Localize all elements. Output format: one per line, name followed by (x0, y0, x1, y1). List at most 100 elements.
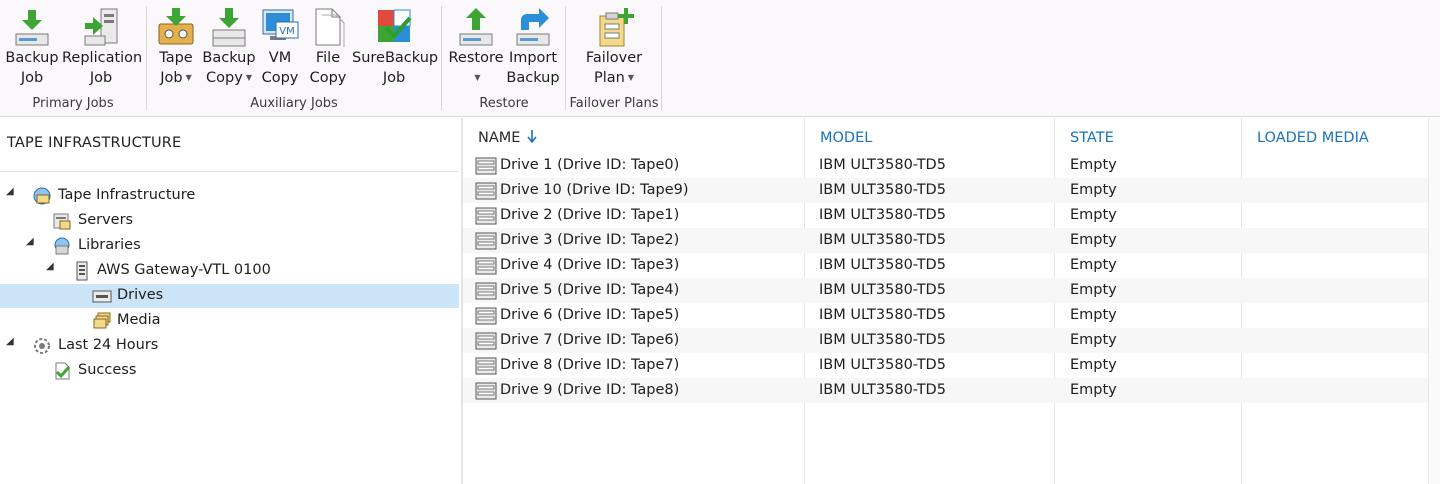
table-row[interactable]: Drive 9 (Drive ID: Tape8) IBM ULT3580-TD5… (463, 378, 1428, 403)
tape-drive-icon (475, 232, 497, 250)
failover-plan-icon (599, 8, 634, 47)
table-row[interactable]: Drive 2 (Drive ID: Tape1) IBM ULT3580-TD5… (463, 203, 1428, 228)
restore-button[interactable]: Restore ▼ (447, 6, 505, 92)
cell-name: Drive 7 (Drive ID: Tape6) (500, 332, 680, 348)
cell-state: Empty (1070, 307, 1117, 323)
tape-drive-icon (475, 282, 497, 300)
cell-model: IBM ULT3580-TD5 (819, 207, 946, 223)
cell-state: Empty (1070, 332, 1117, 348)
tree-node-label: Drives (117, 287, 164, 303)
ribbon-separator (146, 6, 147, 110)
tree-node-aws-gateway-vtl[interactable]: ◢ AWS Gateway-VTL 0100 (0, 259, 459, 283)
chevron-down-icon: ▼ (245, 73, 252, 82)
tree-node-media[interactable]: Media (0, 309, 459, 333)
ribbon-group-restore: Restore ▼ Import Backup Restore (443, 0, 565, 117)
ribbon-separator (565, 6, 566, 110)
backup-job-icon (15, 10, 49, 46)
column-header-model[interactable]: MODEL (820, 130, 872, 146)
failover-plan-button[interactable]: Failover Plan ▼ (581, 6, 647, 92)
column-header-name[interactable]: NAME (478, 130, 537, 146)
cell-model: IBM ULT3580-TD5 (819, 232, 946, 248)
table-row[interactable]: Drive 5 (Drive ID: Tape4) IBM ULT3580-TD5… (463, 278, 1428, 303)
collapse-arrow-icon[interactable]: ◢ (46, 261, 54, 272)
tape-job-label-1: Tape (159, 50, 193, 66)
tree-node-drives[interactable]: Drives (0, 284, 459, 308)
vm-copy-icon: VM (262, 9, 299, 40)
success-icon (55, 362, 71, 380)
cell-state: Empty (1070, 257, 1117, 273)
table-row[interactable]: Drive 8 (Drive ID: Tape7) IBM ULT3580-TD5… (463, 353, 1428, 378)
cell-model: IBM ULT3580-TD5 (819, 257, 946, 273)
tree-panel-title: TAPE INFRASTRUCTURE (7, 135, 182, 151)
vertical-scrollbar[interactable] (1428, 118, 1440, 484)
drives-grid: NAME MODEL STATE LOADED MEDIA Drive 1 (D… (463, 118, 1440, 484)
cell-model: IBM ULT3580-TD5 (819, 332, 946, 348)
group-caption-auxiliary-jobs: Auxiliary Jobs (250, 96, 338, 111)
cell-name: Drive 1 (Drive ID: Tape0) (500, 157, 680, 173)
cell-state: Empty (1070, 157, 1117, 173)
import-backup-label-1: Import (508, 50, 558, 66)
tree-node-label: Last 24 Hours (58, 337, 159, 353)
column-header-state[interactable]: STATE (1070, 130, 1114, 146)
servers-icon (53, 213, 71, 230)
failover-plan-label-1: Failover (585, 50, 643, 66)
cell-name: Drive 8 (Drive ID: Tape7) (500, 357, 680, 373)
restore-icon (459, 8, 493, 46)
surebackup-job-label-1: SureBackup (352, 50, 439, 66)
collapse-arrow-icon[interactable]: ◢ (6, 336, 14, 347)
file-copy-label-2: Copy (309, 70, 347, 86)
table-row[interactable]: Drive 7 (Drive ID: Tape6) IBM ULT3580-TD5… (463, 328, 1428, 353)
tape-job-label-2: Job ▼ (160, 70, 192, 86)
cell-name: Drive 10 (Drive ID: Tape9) (500, 182, 689, 198)
tape-drive-icon (475, 332, 497, 350)
cell-model: IBM ULT3580-TD5 (819, 382, 946, 398)
ribbon-separator (661, 6, 662, 110)
tree-node-servers[interactable]: Servers (0, 209, 459, 233)
vm-copy-button[interactable]: VM VM Copy (256, 6, 304, 92)
surebackup-job-label-2: Job (382, 70, 406, 86)
import-backup-label-2: Backup (506, 70, 560, 86)
import-backup-button[interactable]: Import Backup (505, 6, 561, 92)
cell-name: Drive 4 (Drive ID: Tape3) (500, 257, 680, 273)
table-row[interactable]: Drive 1 (Drive ID: Tape0) IBM ULT3580-TD5… (463, 153, 1428, 178)
tape-job-button[interactable]: Tape Job ▼ (152, 6, 200, 92)
tape-drive-icon (475, 257, 497, 275)
table-row[interactable]: Drive 4 (Drive ID: Tape3) IBM ULT3580-TD5… (463, 253, 1428, 278)
tree-node-tape-infrastructure[interactable]: ◢ Tape Infrastructure (0, 184, 459, 208)
vm-copy-label-2: Copy (261, 70, 299, 86)
backup-job-button[interactable]: Backup Job (4, 6, 60, 92)
table-row[interactable]: Drive 10 (Drive ID: Tape9) IBM ULT3580-TD… (463, 178, 1428, 203)
tree-title-divider (0, 171, 459, 172)
ribbon-group-failover-plans: Failover Plan ▼ Failover Plans (567, 0, 661, 117)
file-copy-button[interactable]: File Copy (304, 6, 352, 92)
table-row[interactable]: Drive 6 (Drive ID: Tape5) IBM ULT3580-TD5… (463, 303, 1428, 328)
replication-job-button[interactable]: Replication Job (62, 6, 142, 92)
failover-plan-label-2: Plan ▼ (593, 70, 634, 86)
group-caption-failover-plans: Failover Plans (569, 96, 659, 111)
cell-state: Empty (1070, 232, 1117, 248)
tape-drive-icon (475, 207, 497, 225)
cell-state: Empty (1070, 382, 1117, 398)
vm-copy-label-1: VM (268, 50, 292, 66)
collapse-arrow-icon[interactable]: ◢ (26, 236, 34, 247)
collapse-arrow-icon[interactable]: ◢ (6, 186, 14, 197)
column-header-loaded-media[interactable]: LOADED MEDIA (1257, 130, 1369, 146)
backup-copy-label-1: Backup (202, 50, 256, 66)
cell-state: Empty (1070, 207, 1117, 223)
tree-node-libraries[interactable]: ◢ Libraries (0, 234, 459, 258)
tree-node-label: Tape Infrastructure (58, 187, 196, 203)
restore-dropdown: ▼ (447, 68, 505, 88)
backup-copy-button[interactable]: Backup Copy ▼ (202, 6, 256, 92)
chevron-down-icon: ▼ (474, 73, 481, 82)
surebackup-job-button[interactable]: SureBackup Job (352, 6, 439, 92)
surebackup-job-icon (378, 9, 412, 42)
tree-node-success[interactable]: Success (0, 359, 459, 383)
table-row[interactable]: Drive 3 (Drive ID: Tape2) IBM ULT3580-TD5… (463, 228, 1428, 253)
cell-model: IBM ULT3580-TD5 (819, 357, 946, 373)
tape-drive-icon (475, 307, 497, 325)
tree-node-last-24-hours[interactable]: ◢ Last 24 Hours (0, 334, 459, 358)
drives-icon (92, 290, 112, 303)
backup-job-label-2: Job (20, 70, 44, 86)
backup-job-label-1: Backup (5, 50, 59, 66)
media-icon (93, 312, 111, 329)
